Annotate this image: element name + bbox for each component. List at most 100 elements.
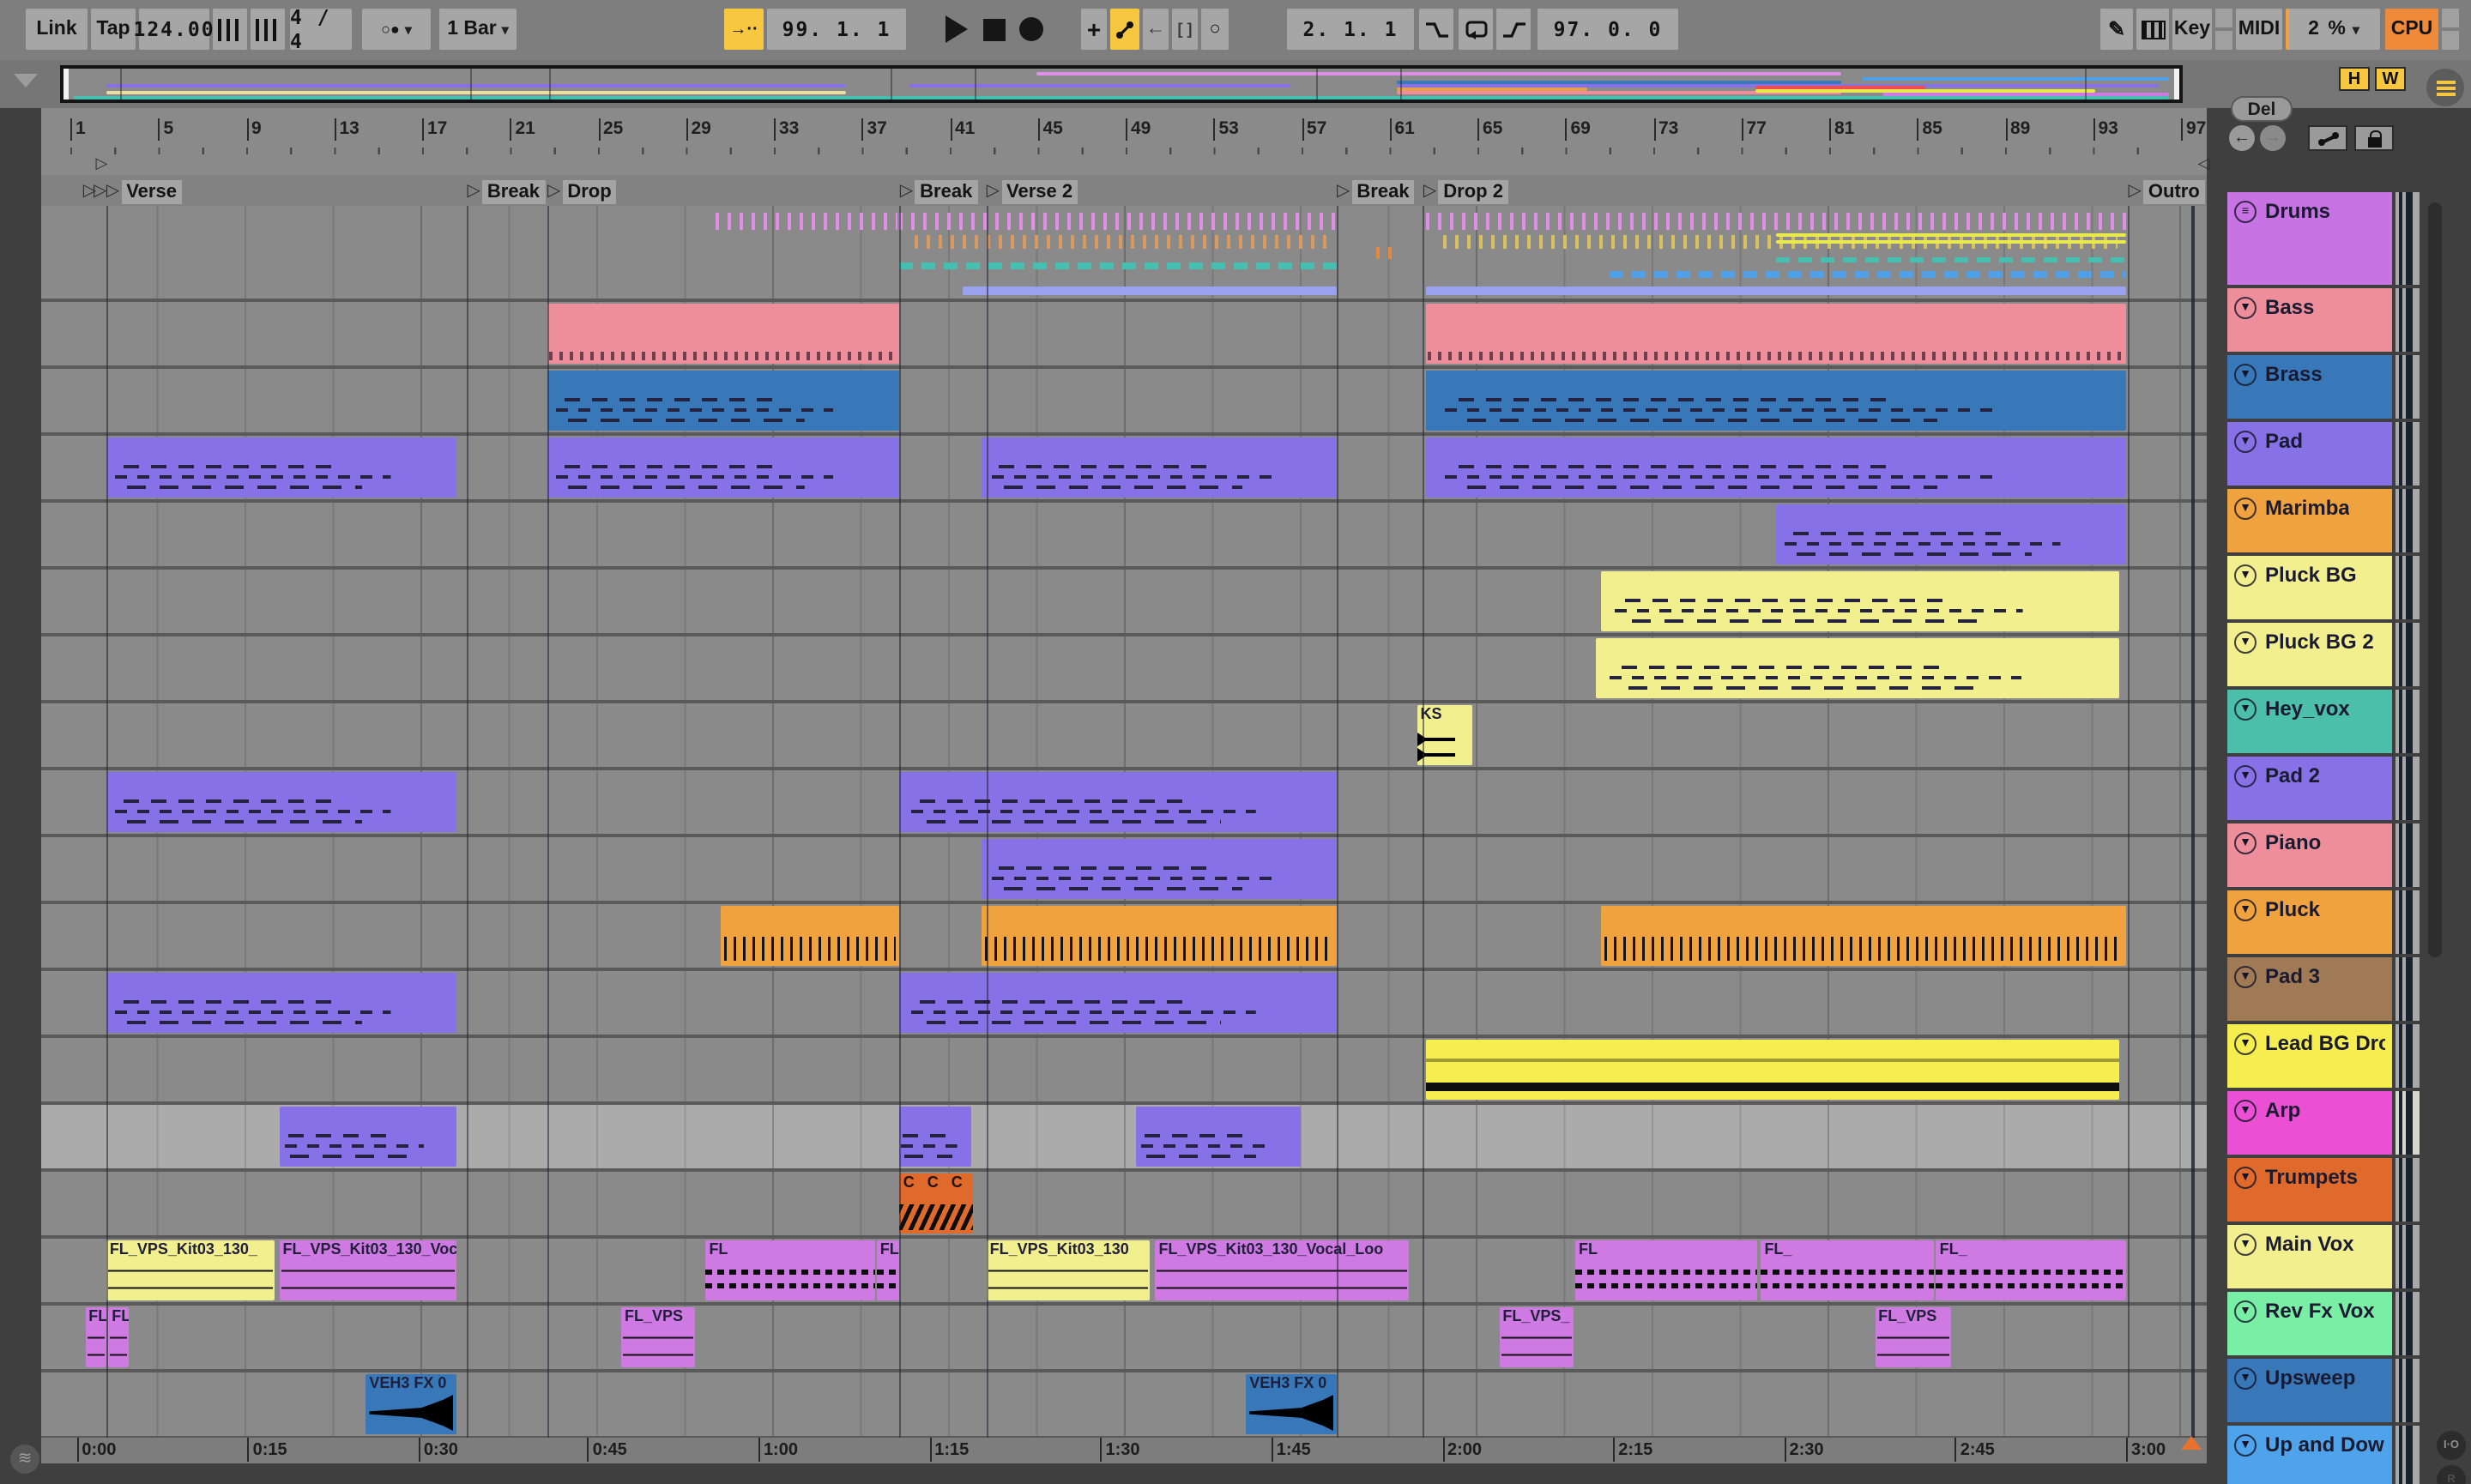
track-title-area[interactable]: ▼ Brass <box>2227 355 2392 419</box>
lane-lead-bg-drop[interactable] <box>41 1038 2207 1101</box>
clip[interactable] <box>106 437 457 498</box>
locator-row[interactable]: ▷ ▷ ▷ Verse ▷ Break ▷ Drop ▷ Break ▷ Verse 2 ▷ Break ▷… <box>41 175 2207 206</box>
optimize-width-button[interactable]: W <box>2375 67 2406 91</box>
lane-rev-fx-vox[interactable]: FL FL_ FL_VPS FL_VPS_ FL_VPS <box>41 1306 2207 1369</box>
clip[interactable]: FL_ <box>108 1307 130 1367</box>
clip[interactable]: FL_VPS_Kit03_130_ <box>106 1240 275 1300</box>
clip[interactable]: FL_VPS_Kit03_130_Vocal_Loop <box>279 1240 457 1300</box>
track-header-arp[interactable]: ▼ Arp <box>2227 1091 2420 1155</box>
automation-arm-button[interactable] <box>1110 9 1139 50</box>
track-header-marimba[interactable]: ▼ Marimba <box>2227 489 2420 552</box>
lane-trumpets[interactable]: C C C C C C C C <box>41 1172 2207 1235</box>
midi-capture-button[interactable]: [ ] <box>1172 9 1198 50</box>
groove-pool-icon[interactable]: ≋ <box>10 1445 39 1474</box>
clip[interactable]: FL <box>1574 1240 1757 1300</box>
track-title-area[interactable]: ▼ Pad 2 <box>2227 757 2392 820</box>
returns-section-toggle[interactable]: R <box>2437 1465 2466 1484</box>
clip[interactable] <box>1425 1040 2120 1100</box>
track-title-area[interactable]: ▼ Pluck BG <box>2227 556 2392 619</box>
time-ruler[interactable]: 0:00 0:15 0:30 0:45 1:00 1:15 1:30 1:45 2:00 2:15… <box>41 1436 2207 1463</box>
track-header-drums[interactable]: ≡ Drums <box>2227 192 2420 285</box>
locator-break[interactable]: ▷ Break <box>467 178 546 204</box>
track-header-brass[interactable]: ▼ Brass <box>2227 355 2420 419</box>
clip[interactable]: FL_VPS_Kit03_130_Vocal_Loo <box>1155 1240 1409 1300</box>
arrangement-position-display[interactable]: 99. 1. 1 <box>767 9 906 50</box>
lane-arp[interactable] <box>41 1105 2207 1168</box>
lane-hey_vox[interactable]: KS <box>41 703 2207 767</box>
loop-toggle[interactable] <box>1459 9 1493 50</box>
lane-bass[interactable] <box>41 302 2207 365</box>
clip[interactable]: FL <box>705 1240 875 1300</box>
clip[interactable] <box>982 839 1337 899</box>
unfold-track-icon[interactable]: ▼ <box>2234 1300 2257 1323</box>
clip[interactable]: FL_VPS <box>1875 1307 1951 1367</box>
clip[interactable] <box>1600 571 2120 631</box>
track-header-piano[interactable]: ▼ Piano <box>2227 823 2420 887</box>
clip[interactable] <box>1136 1107 1302 1167</box>
delete-button[interactable]: Del <box>2231 96 2293 122</box>
play-button[interactable] <box>940 9 971 50</box>
track-title-area[interactable]: ≡ Drums <box>2227 192 2392 285</box>
cpu-load-meter[interactable]: 2 % ▾ <box>2286 9 2380 50</box>
unfold-track-icon[interactable]: ▼ <box>2234 698 2257 721</box>
track-header-main-vox[interactable]: ▼ Main Vox <box>2227 1225 2420 1288</box>
clip[interactable]: VEH3 FX 0 <box>366 1374 457 1434</box>
locator-outro[interactable]: ▷ Outro <box>2129 178 2205 204</box>
lane-pad-3[interactable] <box>41 971 2207 1035</box>
unfold-track-icon[interactable]: ▼ <box>2234 364 2257 386</box>
unfold-track-icon[interactable]: ▼ <box>2234 498 2257 520</box>
clip[interactable] <box>1425 437 2127 498</box>
follow-button[interactable]: →·· <box>724 9 764 50</box>
groove-nudge-down-button[interactable] <box>213 9 247 50</box>
midi-map-button[interactable]: MIDI <box>2236 9 2282 50</box>
track-header-up-and-down[interactable]: ▼ Up and Down <box>2227 1426 2420 1484</box>
beat-time-ruler[interactable]: 1 5 9 13 17 21 25 29 33 37 41 45 49 53 57 61 65 69 73 77 81 8… <box>41 117 2207 154</box>
lock-tool-button[interactable] <box>2354 125 2394 151</box>
unfold-track-icon[interactable]: ▼ <box>2234 832 2257 854</box>
clip[interactable] <box>547 437 900 498</box>
tempo-field[interactable]: 124.00 <box>133 9 214 50</box>
unfold-track-icon[interactable]: ▼ <box>2234 765 2257 787</box>
loop-start-field[interactable]: 2. 1. 1 <box>1287 9 1414 50</box>
clip[interactable]: FL_ <box>1761 1240 1935 1300</box>
link-button[interactable]: Link <box>26 9 88 50</box>
link-tool-button[interactable] <box>2308 125 2347 151</box>
clip[interactable] <box>547 304 900 364</box>
clip[interactable]: FL <box>876 1240 900 1300</box>
clip[interactable]: FL_ <box>1936 1240 2126 1300</box>
clip[interactable] <box>899 973 1337 1033</box>
lane-brass[interactable] <box>41 369 2207 432</box>
clip[interactable]: VEH3 FX 0 <box>1246 1374 1337 1434</box>
loop-end-handle[interactable]: ◁ <box>2198 154 2210 173</box>
optimize-height-button[interactable]: H <box>2339 67 2370 91</box>
clip[interactable]: C C C C C C C C <box>899 1173 974 1234</box>
history-forward-button[interactable]: → <box>2260 125 2286 151</box>
track-title-area[interactable]: ▼ Arp <box>2227 1091 2392 1155</box>
track-header-bass[interactable]: ▼ Bass <box>2227 288 2420 352</box>
reenable-automation-button[interactable]: ← <box>1143 9 1169 50</box>
arrangement-overview[interactable] <box>60 65 2183 103</box>
clip[interactable]: FL_VPS_ <box>1499 1307 1574 1367</box>
record-button[interactable] <box>1016 9 1045 50</box>
unfold-track-icon[interactable]: ▼ <box>2234 631 2257 654</box>
unfold-track-icon[interactable]: ▼ <box>2234 1033 2257 1055</box>
loop-length-field[interactable]: 97. 0. 0 <box>1538 9 1678 50</box>
lane-pad-2[interactable] <box>41 770 2207 834</box>
expand-arrangement-icon[interactable] <box>14 74 38 87</box>
lane-pluck[interactable] <box>41 904 2207 968</box>
track-title-area[interactable]: ▼ Hey_vox <box>2227 690 2392 753</box>
track-title-area[interactable]: ▼ Main Vox <box>2227 1225 2392 1288</box>
arrangement-view-toggle[interactable] <box>2426 69 2464 106</box>
clip[interactable] <box>279 1107 457 1167</box>
clip[interactable] <box>1600 906 2127 966</box>
draw-mode-button[interactable]: ✎ <box>2100 9 2133 50</box>
locator-verse-2[interactable]: ▷ Verse 2 <box>987 178 1078 204</box>
time-signature-field[interactable]: 4 / 4 <box>290 5 352 53</box>
punch-out-button[interactable] <box>1496 9 1531 50</box>
locator-drop[interactable]: ▷ Drop <box>547 178 617 204</box>
computer-midi-keyboard-button[interactable] <box>2136 9 2169 50</box>
clip[interactable]: KS <box>1417 705 1472 765</box>
lane-drums[interactable] <box>41 206 2207 299</box>
track-title-area[interactable]: ▼ Piano <box>2227 823 2392 887</box>
clip[interactable] <box>1775 504 2126 564</box>
